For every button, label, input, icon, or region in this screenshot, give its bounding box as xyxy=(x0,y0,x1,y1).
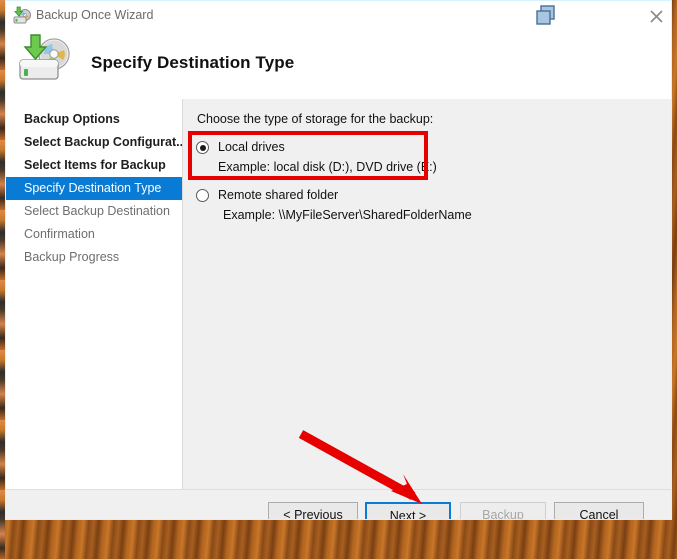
next-button[interactable]: Next > xyxy=(365,502,451,519)
content-panel: Choose the type of storage for the backu… xyxy=(183,99,671,489)
wizard-body: Backup Options Select Backup Configurat.… xyxy=(6,99,671,489)
button-bar: < Previous Next > Backup Cancel xyxy=(6,489,671,519)
close-icon[interactable] xyxy=(642,3,670,29)
wizard-steps-sidebar: Backup Options Select Backup Configurat.… xyxy=(6,99,187,489)
sidebar-item-confirmation[interactable]: Confirmation xyxy=(6,223,182,246)
remote-shared-folder-example-text: Example: \\MyFileServer\SharedFolderName xyxy=(223,208,472,222)
page-title: Specify Destination Type xyxy=(91,53,295,72)
backup-destination-icon xyxy=(14,33,78,89)
storage-type-prompt: Choose the type of storage for the backu… xyxy=(197,112,434,126)
backup-once-wizard-window: Backup Once Wizard Specify Destination T… xyxy=(5,0,672,520)
radio-remote-shared-folder-indicator[interactable] xyxy=(196,189,209,202)
radio-local-drives-indicator[interactable] xyxy=(196,141,209,154)
sidebar-item-backup-progress[interactable]: Backup Progress xyxy=(6,246,182,269)
sidebar-item-select-backup-configuration[interactable]: Select Backup Configurat... xyxy=(6,131,187,154)
sidebar-item-specify-destination-type[interactable]: Specify Destination Type xyxy=(6,177,182,200)
sidebar-item-backup-options[interactable]: Backup Options xyxy=(6,108,182,131)
cancel-button[interactable]: Cancel xyxy=(554,502,644,519)
radio-remote-shared-folder-label: Remote shared folder xyxy=(218,188,339,202)
window-title: Backup Once Wizard xyxy=(36,8,154,22)
backup-disk-icon xyxy=(12,6,32,26)
wizard-header: Specify Destination Type xyxy=(6,31,671,99)
radio-local-drives-label: Local drives xyxy=(218,140,285,154)
local-drives-example-text: Example: local disk (D:), DVD drive (E:) xyxy=(218,160,437,174)
sidebar-item-select-backup-destination[interactable]: Select Backup Destination xyxy=(6,200,182,223)
backup-button: Backup xyxy=(460,502,546,519)
cascade-windows-icon[interactable] xyxy=(532,3,562,29)
previous-button[interactable]: < Previous xyxy=(268,502,358,519)
title-bar: Backup Once Wizard xyxy=(6,1,671,31)
sidebar-item-select-items-for-backup[interactable]: Select Items for Backup xyxy=(6,154,182,177)
